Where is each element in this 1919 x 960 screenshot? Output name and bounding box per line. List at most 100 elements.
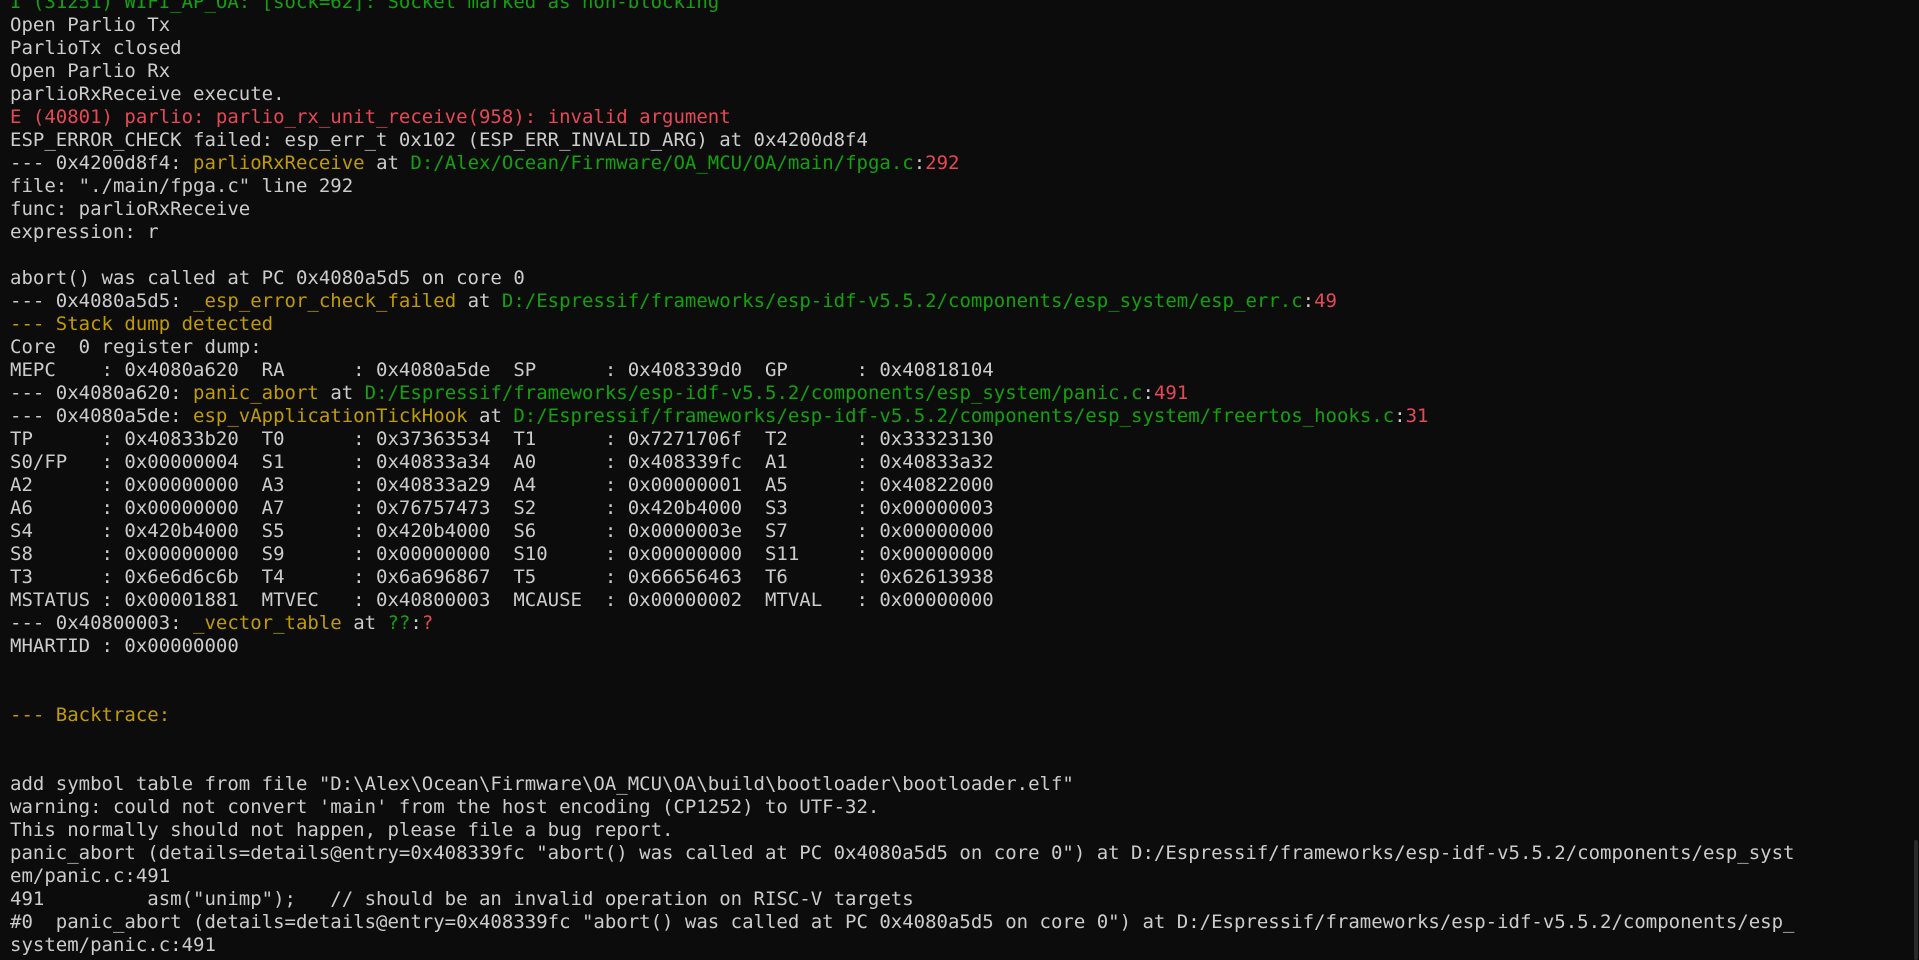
- terminal-line: I (31251) WIFI_AP_OA: [sock=62]: Socket …: [10, 0, 1899, 14]
- terminal-line: S0/FP : 0x00000004 S1 : 0x40833a34 A0 : …: [10, 451, 1899, 474]
- terminal-line: Open Parlio Tx: [10, 14, 1899, 37]
- terminal-line: panic_abort (details=details@entry=0x408…: [10, 842, 1899, 865]
- terminal-text-segment: MEPC : 0x4080a620 RA : 0x4080a5de SP : 0…: [10, 359, 994, 381]
- terminal-text-segment: D:/Espressif/frameworks/esp-idf-v5.5.2/c…: [501, 290, 1303, 312]
- terminal-text-segment: ?: [421, 612, 434, 634]
- terminal-text-segment: MSTATUS : 0x00001881 MTVEC : 0x40800003 …: [10, 589, 994, 611]
- terminal-text-segment: --- 0x4080a5d5:: [10, 290, 194, 312]
- terminal-text-segment: A2 : 0x00000000 A3 : 0x40833a29 A4 : 0x0…: [10, 474, 994, 496]
- terminal-line: E (40801) parlio: parlio_rx_unit_receive…: [10, 106, 1899, 129]
- terminal-line: This normally should not happen, please …: [10, 819, 1899, 842]
- terminal-line: MEPC : 0x4080a620 RA : 0x4080a5de SP : 0…: [10, 359, 1899, 382]
- terminal-line: MHARTID : 0x00000000: [10, 635, 1899, 658]
- terminal-line: warning: could not convert 'main' from t…: [10, 796, 1899, 819]
- terminal-text-segment: S4 : 0x420b4000 S5 : 0x420b4000 S6 : 0x0…: [10, 520, 994, 542]
- terminal-text-segment: ESP_ERROR_CHECK failed: esp_err_t 0x102 …: [10, 129, 868, 151]
- scrollbar-thumb[interactable]: [1914, 840, 1918, 960]
- terminal-text-segment: at: [364, 152, 411, 174]
- terminal-text-segment: func: parlioRxReceive: [10, 198, 251, 220]
- terminal-line: add symbol table from file "D:\Alex\Ocea…: [10, 773, 1899, 796]
- terminal-text-segment: D:/Alex/Ocean/Firmware/OA_MCU/OA/main/fp…: [410, 152, 914, 174]
- terminal-text-segment: E (40801) parlio: parlio_rx_unit_receive…: [10, 106, 731, 128]
- terminal-line: T3 : 0x6e6d6c6b T4 : 0x6a696867 T5 : 0x6…: [10, 566, 1899, 589]
- terminal-text-segment: A6 : 0x00000000 A7 : 0x76757473 S2 : 0x4…: [10, 497, 994, 519]
- terminal-text-segment: abort() was called at PC 0x4080a5d5 on c…: [10, 267, 525, 289]
- terminal-text-segment: ParlioTx closed: [10, 37, 182, 59]
- terminal-text-segment: at: [456, 290, 502, 312]
- terminal-text-segment: panic_abort: [193, 382, 319, 404]
- terminal-text-segment: This normally should not happen, please …: [10, 819, 674, 841]
- terminal-text-segment: at: [467, 405, 514, 427]
- terminal-text-segment: 491 asm("unimp"); // should be an invali…: [10, 888, 914, 910]
- terminal-text-segment: #0 panic_abort (details=details@entry=0x…: [10, 911, 1795, 933]
- terminal-text-segment: :: [1394, 405, 1406, 427]
- terminal-text-segment: :: [1142, 382, 1154, 404]
- terminal-text-segment: 31: [1405, 405, 1429, 427]
- terminal-text-segment: S8 : 0x00000000 S9 : 0x00000000 S10 : 0x…: [10, 543, 994, 565]
- terminal-line: ParlioTx closed: [10, 37, 1899, 60]
- terminal-line: --- 0x4200d8f4: parlioRxReceive at D:/Al…: [10, 152, 1899, 175]
- terminal-line: em/panic.c:491: [10, 865, 1899, 888]
- terminal-text-segment: S0/FP : 0x00000004 S1 : 0x40833a34 A0 : …: [10, 451, 994, 473]
- terminal-text-segment: --- Stack dump detected: [10, 313, 274, 335]
- terminal-text-segment: _vector_table: [193, 612, 342, 634]
- terminal-line: A2 : 0x00000000 A3 : 0x40833a29 A4 : 0x0…: [10, 474, 1899, 497]
- terminal-text-segment: MHARTID : 0x00000000: [10, 635, 239, 657]
- vertical-scrollbar[interactable]: [1913, 0, 1919, 960]
- terminal-text-segment: :: [1302, 290, 1315, 312]
- terminal-line: S8 : 0x00000000 S9 : 0x00000000 S10 : 0x…: [10, 543, 1899, 566]
- terminal-text-segment: esp_vApplicationTickHook: [193, 405, 468, 427]
- terminal-text-segment: D:/Espressif/frameworks/esp-idf-v5.5.2/c…: [513, 405, 1395, 427]
- terminal-line: --- 0x4080a5d5: _esp_error_check_failed …: [10, 290, 1899, 313]
- terminal-line: func: parlioRxReceive: [10, 198, 1899, 221]
- terminal-output[interactable]: I (31251) WIFI_AP_OA: [sock=62]: Socket …: [10, 0, 1899, 957]
- terminal-text-segment: TP : 0x40833b20 T0 : 0x37363534 T1 : 0x7…: [10, 428, 994, 450]
- terminal-line: Open Parlio Rx: [10, 60, 1899, 83]
- terminal-text-segment: system/panic.c:491: [10, 934, 216, 956]
- terminal-text-segment: --- 0x40800003:: [10, 612, 194, 634]
- terminal-text-segment: I (31251) WIFI_AP_OA: [sock=62]: Socket …: [10, 0, 720, 13]
- terminal-line: --- 0x4080a5de: esp_vApplicationTickHook…: [10, 405, 1899, 428]
- terminal-text-segment: --- 0x4080a620:: [10, 382, 194, 404]
- terminal-line: --- Stack dump detected: [10, 313, 1899, 336]
- terminal-line: --- Backtrace:: [10, 704, 1899, 727]
- terminal-line: abort() was called at PC 0x4080a5d5 on c…: [10, 267, 1899, 290]
- terminal-text-segment: warning: could not convert 'main' from t…: [10, 796, 880, 818]
- terminal-line: S4 : 0x420b4000 S5 : 0x420b4000 S6 : 0x0…: [10, 520, 1899, 543]
- terminal-text-segment: parlioRxReceive: [193, 152, 365, 174]
- terminal-text-segment: _esp_error_check_failed: [193, 290, 457, 312]
- terminal-text-segment: 292: [925, 152, 960, 174]
- terminal-text-segment: file: "./main/fpga.c" line 292: [10, 175, 354, 197]
- terminal-text-segment: panic_abort (details=details@entry=0x408…: [10, 842, 1795, 864]
- terminal-line: Core 0 register dump:: [10, 336, 1899, 359]
- terminal-text-segment: at: [318, 382, 365, 404]
- terminal-line: #0 panic_abort (details=details@entry=0x…: [10, 911, 1899, 934]
- terminal-text-segment: Open Parlio Rx: [10, 60, 171, 82]
- terminal-text-segment: add symbol table from file "D:\Alex\Ocea…: [10, 773, 1074, 795]
- terminal-line: 491 asm("unimp"); // should be an invali…: [10, 888, 1899, 911]
- terminal-line: TP : 0x40833b20 T0 : 0x37363534 T1 : 0x7…: [10, 428, 1899, 451]
- terminal-text-segment: em/panic.c:491: [10, 865, 171, 887]
- terminal-text-segment: D:/Espressif/frameworks/esp-idf-v5.5.2/c…: [364, 382, 1143, 404]
- terminal-line: parlioRxReceive execute.: [10, 83, 1899, 106]
- terminal-text-segment: T3 : 0x6e6d6c6b T4 : 0x6a696867 T5 : 0x6…: [10, 566, 994, 588]
- terminal-text-segment: ??: [387, 612, 411, 634]
- terminal-line: --- 0x40800003: _vector_table at ??:?: [10, 612, 1899, 635]
- terminal-text-segment: parlioRxReceive execute.: [10, 83, 285, 105]
- terminal-line: ESP_ERROR_CHECK failed: esp_err_t 0x102 …: [10, 129, 1899, 152]
- terminal-line: --- 0x4080a620: panic_abort at D:/Espres…: [10, 382, 1899, 405]
- terminal-text-segment: at: [341, 612, 388, 634]
- terminal-text-segment: --- Backtrace:: [10, 704, 171, 726]
- terminal-text-segment: --- 0x4080a5de:: [10, 405, 194, 427]
- terminal-text-segment: 49: [1314, 290, 1337, 312]
- terminal-text-segment: 491: [1153, 382, 1189, 404]
- terminal-line: A6 : 0x00000000 A7 : 0x76757473 S2 : 0x4…: [10, 497, 1899, 520]
- terminal-text-segment: Core 0 register dump:: [10, 336, 262, 358]
- terminal-text-segment: Open Parlio Tx: [10, 14, 171, 36]
- terminal-line: file: "./main/fpga.c" line 292: [10, 175, 1899, 198]
